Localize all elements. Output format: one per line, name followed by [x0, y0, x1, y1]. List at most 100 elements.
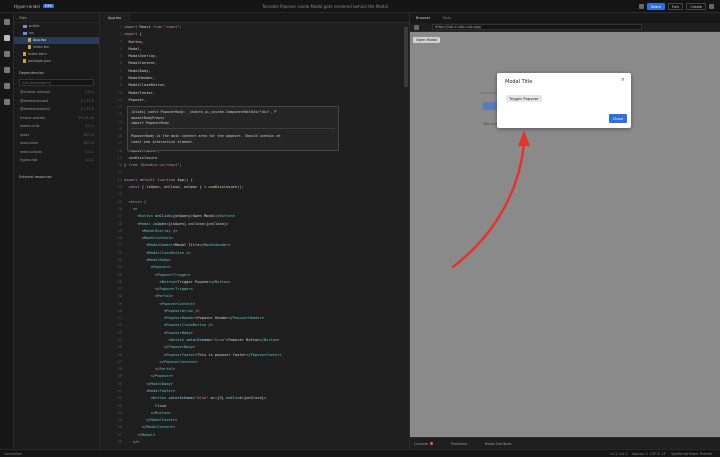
code-line[interactable]: <ModalFooter>: [124, 389, 175, 393]
code-line[interactable]: <Button colorScheme="blue" mr={3} onClic…: [124, 396, 267, 400]
code-line[interactable]: ModalHeader,: [124, 76, 155, 80]
code-line[interactable]: <PopoverTrigger>: [124, 273, 191, 277]
code-line[interactable]: </>: [124, 440, 140, 444]
tree-item[interactable]: App.tsx: [14, 37, 99, 44]
settings-icon[interactable]: [4, 99, 10, 105]
code-line[interactable]: ModalCloseButton,: [124, 83, 166, 87]
code-line[interactable]: Close: [124, 404, 166, 408]
code-line[interactable]: import {: [124, 32, 142, 36]
code-line[interactable]: ModalFooter,: [124, 91, 155, 95]
tree-item[interactable]: src: [14, 30, 99, 37]
dependency-item[interactable]: @emotion/styled 11.11.0: [14, 105, 99, 114]
bell-icon[interactable]: [638, 3, 644, 9]
code-line[interactable]: <Button>Trigger Popover</Button>: [124, 280, 231, 284]
code-line[interactable]: <ModalContent>: [124, 236, 173, 240]
tab-tests[interactable]: Tests: [436, 13, 457, 23]
dependency-item[interactable]: react-scripts 5.0.1: [14, 148, 99, 157]
dependency-item[interactable]: react-dom 18.2.0: [14, 139, 99, 148]
trigger-popover-button[interactable]: Trigger Popover: [506, 95, 542, 102]
code-line[interactable]: </Popover>: [124, 374, 173, 378]
status-eol[interactable]: LF: [662, 452, 666, 456]
code-line[interactable]: const { isOpen, onClose, onOpen } = useD…: [124, 185, 243, 189]
code-line[interactable]: <Button colorScheme="blue">Popover Butto…: [124, 338, 279, 342]
code-area[interactable]: 1 import React from "react"; 2 import {3 Bu…: [100, 23, 410, 449]
status-indent[interactable]: Spaces: 2: [632, 452, 648, 456]
code-line[interactable]: <Portal>: [124, 294, 173, 298]
share-button[interactable]: Share: [646, 2, 665, 10]
code-line[interactable]: return (: [124, 200, 146, 204]
code-line[interactable]: <ModalCloseButton />: [124, 251, 190, 255]
code-line[interactable]: <PopoverBody>: [124, 331, 193, 335]
code-line[interactable]: Modal,: [124, 47, 141, 51]
close-icon[interactable]: ×: [621, 77, 625, 83]
code-line[interactable]: <ModalHeader>Modal Title</ModalHeader>: [124, 243, 230, 247]
code-line[interactable]: Popover,: [124, 98, 146, 102]
status-language[interactable]: TypeScript React: [671, 452, 698, 456]
tab-app-tsx[interactable]: App.tsx: [100, 12, 131, 23]
code-line[interactable]: ModalBody,: [124, 69, 150, 73]
code-line[interactable]: useDisclosure: [124, 156, 157, 160]
code-line[interactable]: </ModalContent>: [124, 425, 175, 429]
code-line[interactable]: <Popover>: [124, 265, 171, 269]
deploy-icon[interactable]: [4, 83, 10, 89]
code-line[interactable]: <ModalOverlay />: [124, 229, 178, 233]
code-line[interactable]: </PopoverContent>: [124, 360, 198, 364]
modal-close-button[interactable]: Close: [608, 114, 627, 123]
git-icon[interactable]: [4, 67, 10, 73]
code-line[interactable]: <Modal isOpen={isOpen} onClose={onClose}…: [124, 222, 228, 226]
code-line[interactable]: </Modal>: [124, 433, 155, 437]
create-button[interactable]: Create: [686, 2, 706, 10]
search-icon[interactable]: [4, 51, 10, 57]
avatar[interactable]: [709, 3, 714, 9]
url-input[interactable]: https://csb-cl-abc.csb.app/: [432, 24, 642, 30]
project-title[interactable]: Hyper-rendel DEV: [14, 4, 55, 9]
code-line[interactable]: ModalContent,: [124, 61, 157, 65]
status-cursor[interactable]: Ln 1, Col 1: [610, 452, 628, 456]
devtools-tab[interactable]: React DevTools: [485, 442, 512, 446]
open-modal-button[interactable]: Open Modal: [413, 37, 440, 43]
code-line[interactable]: <PopoverCloseButton />: [124, 323, 213, 327]
line-number: 24: [117, 192, 122, 197]
problems-tab[interactable]: Problems: [451, 442, 467, 446]
code-line[interactable]: </ModalBody>: [124, 382, 173, 386]
code-line[interactable]: </ModalFooter>: [124, 418, 177, 422]
code-line[interactable]: <PopoverFooter>This is popover footer</P…: [124, 353, 282, 357]
code-line[interactable]: </Button>: [124, 411, 171, 415]
code-line[interactable]: import React from "react";: [124, 25, 182, 29]
code-line[interactable]: <ModalBody>: [124, 258, 170, 262]
dependency-item[interactable]: @chakra-ui/react 2.8.2: [14, 88, 99, 97]
dependency-item[interactable]: @emotion/react 11.11.0: [14, 97, 99, 106]
dependency-item[interactable]: framer-motion 10.12.16: [14, 114, 99, 123]
tree-item[interactable]: index.html: [14, 51, 99, 58]
editor-scrollbar[interactable]: [404, 27, 408, 87]
code-line[interactable]: } from "@chakra-ui/react";: [124, 163, 182, 167]
files-icon[interactable]: [4, 35, 10, 41]
console-tab[interactable]: Console: [414, 441, 433, 446]
code-line[interactable]: <>: [124, 207, 137, 211]
code-line[interactable]: export default function App() {: [124, 178, 193, 182]
menu-icon[interactable]: [4, 19, 10, 25]
refresh-icon[interactable]: [414, 24, 419, 30]
code-line[interactable]: <PopoverArrow />: [124, 309, 200, 313]
tree-item[interactable]: index.tsx: [14, 44, 99, 51]
code-line[interactable]: </PopoverBody>: [124, 345, 195, 349]
code-line[interactable]: <PopoverContent>: [124, 302, 196, 306]
status-encoding[interactable]: UTF-8: [650, 452, 660, 456]
status-formatter[interactable]: Prettier: [700, 452, 712, 456]
tree-item[interactable]: public: [14, 23, 99, 30]
dependencies-header[interactable]: Dependencies: [14, 69, 99, 77]
dependency-item[interactable]: typescript 4.4.2: [14, 156, 99, 165]
fork-button[interactable]: Fork: [667, 2, 684, 10]
code-line[interactable]: <PopoverHeader>Popover Header</PopoverHe…: [124, 316, 264, 320]
code-line[interactable]: <Button onClick={onOpen}>Open Modal</But…: [124, 214, 235, 218]
external-resources-header[interactable]: External resources: [14, 173, 99, 181]
code-line[interactable]: </PopoverTrigger>: [124, 287, 193, 291]
code-line[interactable]: </Portal>: [124, 367, 175, 371]
dependency-search-input[interactable]: Add dependency: [19, 79, 94, 86]
tab-browser[interactable]: Browser: [410, 13, 436, 23]
code-line[interactable]: Button,: [124, 40, 144, 44]
code-line[interactable]: ModalOverlay,: [124, 54, 157, 58]
dependency-item[interactable]: loader-utils 3.2.1: [14, 122, 99, 131]
dependency-item[interactable]: react 18.2.0: [14, 131, 99, 140]
tree-item[interactable]: package.json: [14, 58, 99, 65]
